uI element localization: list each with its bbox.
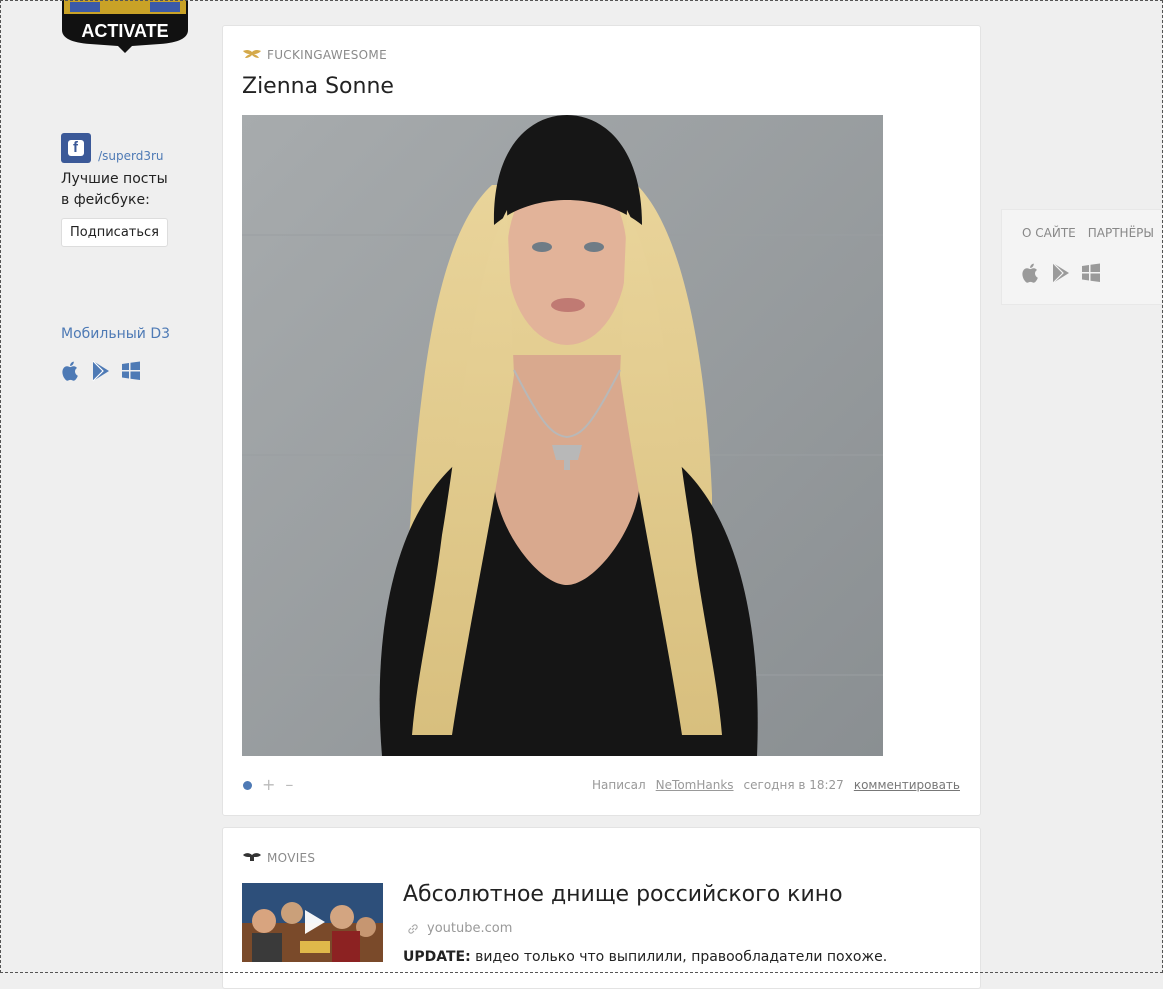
footer-links: О САЙТЕ ПАРТНЁРЫ Р bbox=[1022, 226, 1163, 240]
comment-link[interactable]: комментировать bbox=[854, 778, 960, 792]
update-label: UPDATE: bbox=[403, 949, 471, 965]
facebook-text-line1: Лучшие посты bbox=[61, 171, 168, 187]
mobile-app-icons bbox=[61, 360, 141, 382]
post-title[interactable]: Zienna Sonne bbox=[242, 74, 394, 99]
subscribe-button[interactable]: Подписаться bbox=[61, 218, 168, 247]
google-play-icon[interactable] bbox=[1051, 262, 1071, 284]
windows-icon[interactable] bbox=[1081, 262, 1101, 284]
post-card: MOVIES Абсолютное днище российского кино… bbox=[222, 827, 981, 989]
post-photo[interactable] bbox=[242, 115, 883, 756]
video-thumbnail[interactable] bbox=[242, 883, 383, 962]
facebook-promo-text: Лучшие посты в фейсбуке: bbox=[61, 169, 201, 211]
post-category[interactable]: FUCKINGAWESOME bbox=[243, 48, 387, 62]
mobile-d3-link[interactable]: Мобильный D3 bbox=[61, 326, 170, 342]
right-sidebar: О САЙТЕ ПАРТНЁРЫ Р bbox=[1001, 209, 1163, 305]
vote-plus-button[interactable]: + bbox=[262, 777, 275, 793]
link-icon bbox=[408, 923, 418, 934]
source-domain-label: youtube.com bbox=[427, 921, 513, 936]
update-text: видео только что выпилили, правообладате… bbox=[470, 949, 888, 965]
source-domain[interactable]: youtube.com bbox=[407, 921, 512, 936]
post-title[interactable]: Абсолютное днище российского кино bbox=[403, 882, 843, 907]
meta-prefix: Написал bbox=[592, 778, 646, 792]
facebook-text-line2: в фейсбуке: bbox=[61, 192, 150, 208]
apple-icon[interactable] bbox=[61, 360, 81, 382]
post-time: сегодня в 18:27 bbox=[743, 778, 844, 792]
vote-minus-button[interactable]: – bbox=[285, 777, 293, 793]
about-link[interactable]: О САЙТЕ bbox=[1022, 226, 1076, 240]
activate-badge[interactable]: ACTIVATE bbox=[60, 0, 190, 54]
app-icons bbox=[1021, 262, 1101, 284]
post-category[interactable]: MOVIES bbox=[243, 851, 315, 865]
film-wings-icon bbox=[243, 853, 261, 861]
post-card: FUCKINGAWESOME Zienna Sonne + – Написал … bbox=[222, 25, 981, 816]
post-meta: Написал NeTomHanks сегодня в 18:27 комме… bbox=[592, 778, 960, 792]
post-category-label: FUCKINGAWESOME bbox=[267, 48, 387, 62]
windows-icon[interactable] bbox=[121, 360, 141, 382]
vote-controls: + – bbox=[243, 777, 293, 793]
post-category-label: MOVIES bbox=[267, 851, 316, 865]
partners-link[interactable]: ПАРТНЁРЫ bbox=[1088, 226, 1154, 240]
badge-text: ACTIVATE bbox=[81, 21, 168, 41]
facebook-block: /superd3ru Лучшие посты в фейсбуке: Подп… bbox=[61, 133, 201, 247]
author-link[interactable]: NeTomHanks bbox=[656, 778, 734, 792]
apple-icon[interactable] bbox=[1021, 262, 1041, 284]
wings-icon bbox=[243, 50, 261, 58]
post-excerpt: UPDATE: видео только что выпилили, право… bbox=[403, 949, 887, 965]
google-play-icon[interactable] bbox=[91, 360, 111, 382]
facebook-handle-link[interactable]: /superd3ru bbox=[98, 149, 163, 163]
facebook-icon[interactable] bbox=[61, 133, 91, 163]
vote-rating-dot bbox=[243, 780, 252, 790]
play-icon[interactable] bbox=[299, 908, 327, 936]
